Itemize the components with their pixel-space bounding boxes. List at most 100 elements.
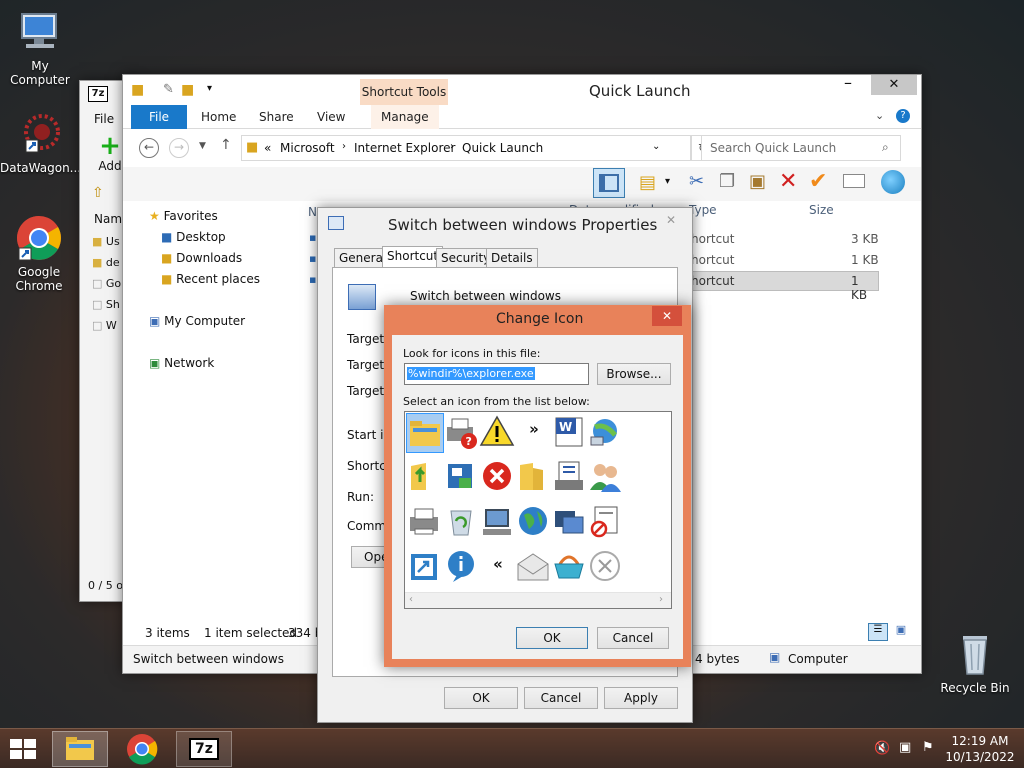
tab-details[interactable]: Details bbox=[486, 248, 538, 267]
close-button[interactable]: ✕ bbox=[652, 306, 682, 326]
cut-icon[interactable]: ✂ bbox=[689, 171, 704, 192]
browse-button[interactable]: Browse... bbox=[597, 363, 671, 385]
clock[interactable]: 12:19 AM 10/13/2022 bbox=[944, 733, 1016, 765]
icon-option-users[interactable] bbox=[587, 458, 625, 498]
close-button[interactable]: ✕ bbox=[871, 75, 917, 95]
scroll-right-icon[interactable]: › bbox=[659, 594, 663, 605]
copy-icon[interactable]: ❐ bbox=[719, 171, 735, 192]
network-status-icon[interactable]: ▣ bbox=[899, 740, 911, 755]
icon-option-printer-question[interactable]: ? bbox=[443, 413, 481, 453]
volume-muted-icon[interactable]: 🔇 bbox=[874, 741, 890, 756]
apply-button[interactable]: Apply bbox=[604, 687, 678, 709]
large-icons-view-button[interactable]: ▣ bbox=[891, 623, 911, 641]
up-folder-icon[interactable]: ⇧ bbox=[92, 185, 104, 201]
nav-recent-places[interactable]: ■ Recent places bbox=[161, 272, 260, 286]
taskbar-google-chrome[interactable] bbox=[114, 731, 170, 767]
search-input[interactable]: Search Quick Launch bbox=[710, 141, 836, 155]
icon-option-network-globe[interactable] bbox=[587, 413, 625, 453]
desktop-icon-my-computer[interactable]: My Computer bbox=[0, 8, 80, 87]
back-button[interactable]: ← bbox=[139, 138, 159, 158]
column-header-type[interactable]: Type bbox=[689, 203, 717, 217]
tab-file[interactable]: File bbox=[131, 105, 187, 129]
scroll-left-icon[interactable]: ‹ bbox=[409, 594, 413, 605]
icon-option-mail[interactable] bbox=[515, 548, 553, 588]
icon-option-shopping-basket[interactable] bbox=[551, 548, 589, 588]
icon-option-internet-shortcut[interactable] bbox=[406, 548, 444, 588]
search-box[interactable]: Search Quick Launch ⌕ bbox=[701, 135, 901, 161]
icon-option-printer[interactable] bbox=[406, 503, 444, 543]
delete-icon[interactable]: ✕ bbox=[779, 169, 797, 194]
breadcrumb-quick-launch[interactable]: Quick Launch bbox=[462, 141, 543, 155]
icon-option-word-document[interactable]: W bbox=[551, 413, 589, 453]
icon-option-double-chevron-left[interactable]: « bbox=[479, 548, 517, 588]
nav-network[interactable]: ▣ Network bbox=[149, 356, 214, 370]
icon-option-control-panel[interactable] bbox=[443, 458, 481, 498]
details-view-button[interactable]: ☰ bbox=[868, 623, 888, 641]
chevron-down-icon[interactable]: ▾ bbox=[207, 83, 212, 94]
globe-icon[interactable] bbox=[881, 170, 905, 194]
up-arrow-icon[interactable]: ↑ bbox=[220, 137, 232, 153]
ok-button[interactable]: OK bbox=[444, 687, 518, 709]
nav-my-computer[interactable]: ▣ My Computer bbox=[149, 314, 245, 328]
checkmark-icon[interactable]: ✔ bbox=[809, 169, 827, 194]
icon-option-computer[interactable] bbox=[479, 503, 517, 543]
icon-file-input[interactable]: %windir%\explorer.exe bbox=[404, 363, 589, 385]
rename-icon[interactable] bbox=[843, 174, 865, 188]
nav-downloads[interactable]: ■ Downloads bbox=[161, 251, 242, 265]
taskbar-7zip[interactable]: 7z bbox=[176, 731, 232, 767]
paste-icon[interactable]: ▣ bbox=[749, 171, 766, 192]
icon-option-folders[interactable] bbox=[406, 413, 444, 453]
close-button[interactable]: ✕ bbox=[656, 210, 686, 230]
tab-share[interactable]: Share bbox=[249, 105, 304, 129]
desktop-icon-recycle-bin[interactable]: Recycle Bin bbox=[935, 630, 1015, 695]
new-folder-quick-icon[interactable]: ■ bbox=[181, 82, 194, 98]
nav-favorites[interactable]: ★ Favorites bbox=[149, 209, 218, 223]
table-row[interactable]: hortcut 1 KB bbox=[683, 250, 879, 270]
help-icon[interactable]: ? bbox=[896, 109, 910, 123]
icon-option-globe[interactable] bbox=[515, 503, 553, 543]
cancel-button[interactable]: Cancel bbox=[597, 627, 669, 649]
chevron-down-icon[interactable]: ⌄ bbox=[652, 141, 660, 152]
search-icon[interactable]: ⌕ bbox=[882, 140, 889, 155]
tab-home[interactable]: Home bbox=[191, 105, 246, 129]
table-row-selected[interactable]: hortcut 1 KB bbox=[683, 271, 879, 302]
icon-option-error[interactable] bbox=[479, 458, 517, 498]
chevron-down-icon[interactable]: ▾ bbox=[665, 176, 670, 187]
breadcrumb-overflow[interactable]: « bbox=[264, 141, 271, 155]
icon-option-folder-up[interactable] bbox=[406, 458, 444, 498]
minimize-button[interactable]: – bbox=[825, 75, 871, 95]
icon-option-warning[interactable] bbox=[479, 413, 517, 453]
properties-quick-icon[interactable]: ✎ bbox=[163, 82, 174, 97]
horizontal-scrollbar[interactable]: ‹ › bbox=[405, 592, 671, 608]
table-row[interactable]: hortcut 3 KB bbox=[683, 229, 879, 249]
preview-pane-icon[interactable] bbox=[593, 168, 625, 198]
checklist-folder-icon[interactable]: ▤ bbox=[639, 172, 656, 193]
tab-manage[interactable]: Manage bbox=[371, 105, 439, 129]
tab-view[interactable]: View bbox=[307, 105, 355, 129]
breadcrumb-internet-explorer[interactable]: Internet Explorer bbox=[354, 141, 455, 155]
nav-desktop[interactable]: ■ Desktop bbox=[161, 230, 226, 244]
icon-option-blocked-document[interactable] bbox=[587, 503, 625, 543]
forward-button[interactable]: → bbox=[169, 138, 189, 158]
icon-option-recycle-bin[interactable] bbox=[443, 503, 481, 543]
address-bar[interactable]: ■ « Microsoft › Internet Explorer › Quic… bbox=[241, 135, 691, 161]
change-icon-dialog[interactable]: Change Icon ✕ Look for icons in this fil… bbox=[384, 305, 691, 667]
cancel-button[interactable]: Cancel bbox=[524, 687, 598, 709]
column-header-size[interactable]: Size bbox=[809, 203, 834, 217]
action-center-icon[interactable]: ⚑ bbox=[922, 740, 934, 755]
tab-shortcut[interactable]: Shortcut bbox=[382, 246, 444, 268]
breadcrumb-microsoft[interactable]: Microsoft bbox=[280, 141, 335, 155]
desktop-icon-datawagon[interactable]: DataWagon... bbox=[0, 110, 81, 175]
chevron-down-icon[interactable]: ⌄ bbox=[875, 109, 884, 122]
start-button[interactable] bbox=[8, 737, 40, 761]
icon-option-switch-windows[interactable] bbox=[551, 503, 589, 543]
icon-option-double-chevron-right[interactable]: » bbox=[515, 413, 553, 453]
icon-option-server-document[interactable] bbox=[551, 458, 589, 498]
recent-locations-icon[interactable]: ▼ bbox=[199, 141, 206, 151]
icon-option-info[interactable] bbox=[443, 548, 481, 588]
sevenzip-menu-file[interactable]: File bbox=[94, 112, 114, 126]
desktop-icon-google-chrome[interactable]: Google Chrome bbox=[0, 214, 79, 293]
icon-list[interactable]: ? » W « ‹ › bbox=[404, 411, 672, 609]
icon-option-open-folder[interactable] bbox=[515, 458, 553, 498]
ok-button[interactable]: OK bbox=[516, 627, 588, 649]
